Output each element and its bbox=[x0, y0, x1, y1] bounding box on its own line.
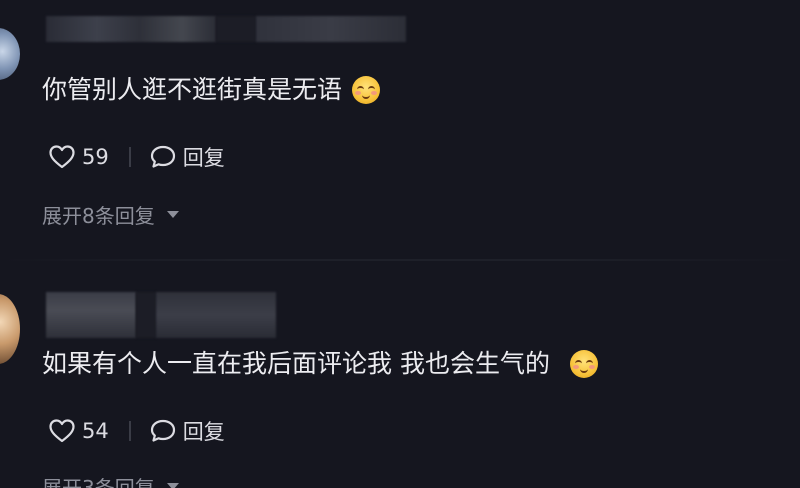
comment-actions: 59 回复 bbox=[48, 142, 225, 172]
comment-actions: 54 回复 bbox=[48, 416, 225, 446]
expand-replies-label: 展开3条回复 bbox=[42, 476, 155, 488]
username-blurred[interactable] bbox=[46, 292, 276, 338]
expand-replies-label: 展开8条回复 bbox=[42, 204, 155, 228]
expand-replies-button[interactable]: 展开8条回复 bbox=[42, 200, 179, 229]
avatar[interactable] bbox=[0, 294, 20, 364]
heart-icon bbox=[49, 419, 75, 443]
speech-bubble-icon bbox=[150, 419, 175, 442]
divider bbox=[128, 147, 131, 167]
heart-icon bbox=[49, 145, 75, 169]
expand-replies-button[interactable]: 展开3条回复 bbox=[42, 472, 179, 488]
like-button[interactable]: 59 bbox=[48, 144, 109, 170]
comment-list: 你管别人逛不逛街真是无语 59 回复 展开8条回复 如果有个人一直在我后面评论我… bbox=[0, 0, 800, 488]
like-count: 54 bbox=[82, 419, 109, 443]
smiling-blush-emoji-icon bbox=[569, 350, 598, 378]
comment-item: 你管别人逛不逛街真是无语 59 回复 展开8条回复 bbox=[0, 0, 800, 258]
caret-down-icon bbox=[166, 211, 179, 218]
avatar[interactable] bbox=[0, 28, 20, 80]
comment-item: 如果有个人一直在我后面评论我 我也会生气的 54 回复 展开3条回复 bbox=[0, 270, 800, 488]
comment-text: 你管别人逛不逛街真是无语 bbox=[42, 73, 381, 107]
speech-bubble-icon bbox=[150, 145, 175, 168]
comment-body: 你管别人逛不逛街真是无语 bbox=[42, 75, 343, 104]
reply-label: 回复 bbox=[182, 420, 225, 444]
comment-body: 如果有个人一直在我后面评论我 我也会生气的 bbox=[42, 349, 550, 378]
comment-text: 如果有个人一直在我后面评论我 我也会生气的 bbox=[42, 347, 598, 381]
like-button[interactable]: 54 bbox=[48, 418, 109, 444]
divider bbox=[128, 421, 131, 441]
username-blurred[interactable] bbox=[46, 16, 406, 42]
reply-button[interactable]: 回复 bbox=[149, 416, 225, 446]
smiling-blush-emoji-icon bbox=[352, 76, 381, 104]
caret-down-icon bbox=[166, 483, 179, 488]
divider bbox=[0, 259, 800, 261]
reply-button[interactable]: 回复 bbox=[149, 142, 225, 172]
like-count: 59 bbox=[82, 145, 109, 169]
reply-label: 回复 bbox=[182, 146, 225, 170]
